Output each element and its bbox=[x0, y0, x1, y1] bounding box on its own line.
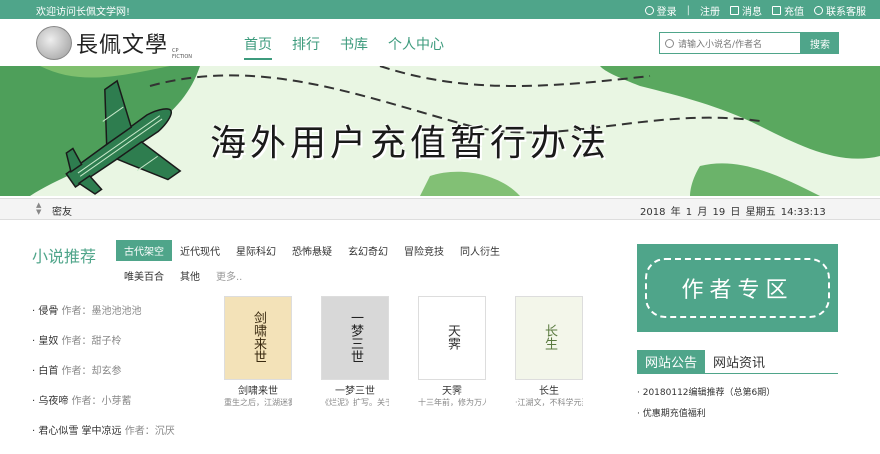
book-title[interactable]: 白首 bbox=[38, 366, 58, 377]
nav-ranking[interactable]: 排行 bbox=[292, 34, 320, 60]
tab-news[interactable]: 网站资讯 bbox=[713, 352, 765, 371]
list-item[interactable]: · 乌夜啼 作者：小芽蓄 bbox=[32, 394, 175, 410]
book-cover[interactable]: 一梦三世 bbox=[321, 296, 389, 380]
book-desc: 重生之后，江湖迷雾… bbox=[224, 398, 292, 407]
book-author: 作者：沉厌 bbox=[121, 426, 175, 437]
list-item[interactable]: · 白首 作者：却玄参 bbox=[32, 364, 175, 380]
genre-tab[interactable]: 古代架空 bbox=[116, 240, 172, 261]
genre-tab[interactable]: 恐怖悬疑 bbox=[284, 240, 340, 261]
genre-tabs-row-2: 唯美百合 其他 更多.. bbox=[116, 265, 536, 286]
logo-emblem-icon bbox=[36, 26, 72, 60]
list-item[interactable]: · 皇奴 作者：甜子柃 bbox=[32, 334, 175, 350]
book-card[interactable]: 一梦三世一梦三世《烂泥》扩写。关于… bbox=[321, 296, 389, 408]
author-zone-banner[interactable]: 作者专区 bbox=[637, 244, 838, 332]
current-datetime: 2018 年 1 月 19 日 星期五 14:33:13 bbox=[640, 207, 826, 218]
list-item[interactable]: · 侵骨 作者：墨池池池池 bbox=[32, 304, 175, 320]
genre-tab[interactable]: 近代现代 bbox=[172, 240, 228, 261]
top-bar: 欢迎访问长佩文学网! 登录 | 注册 消息 充值 联系客服 bbox=[0, 0, 880, 19]
top-links: 登录 | 注册 消息 充值 联系客服 bbox=[644, 3, 866, 18]
genre-tabs-row-1: 古代架空 近代现代 星际科幻 恐怖悬疑 玄幻奇幻 冒险竞技 同人衍生 bbox=[116, 240, 536, 261]
announcement-list: · 20180112编辑推荐（总第6期） · 优惠期充值福利 bbox=[637, 383, 775, 425]
mail-icon bbox=[730, 6, 739, 15]
search-icon bbox=[665, 38, 674, 48]
user-icon bbox=[644, 6, 654, 15]
register-link[interactable]: 注册 bbox=[700, 3, 720, 18]
book-card[interactable]: 剑啸来世剑啸来世重生之后，江湖迷雾… bbox=[224, 296, 292, 408]
book-desc: ·江湖文，不科学元素… bbox=[515, 398, 583, 407]
book-cover[interactable]: 长生 bbox=[515, 296, 583, 380]
list-item[interactable]: · 君心似雪 掌中凉远 作者：沉厌 bbox=[32, 424, 175, 440]
author-zone-label: 作者专区 bbox=[645, 258, 830, 318]
main-nav: 首页 排行 书库 个人中心 bbox=[244, 34, 444, 60]
welcome-text: 欢迎访问长佩文学网! bbox=[36, 7, 131, 18]
wallet-icon bbox=[772, 6, 781, 15]
book-name[interactable]: 天霁 bbox=[418, 382, 486, 397]
login-link[interactable]: 登录 bbox=[644, 3, 677, 18]
genre-tab[interactable]: 同人衍生 bbox=[452, 240, 508, 261]
genre-tabs: 古代架空 近代现代 星际科幻 恐怖悬疑 玄幻奇幻 冒险竞技 同人衍生 唯美百合 其他 更多.. bbox=[116, 240, 536, 290]
tab-announcements[interactable]: 网站公告 bbox=[637, 350, 706, 373]
banner-title: 海外用户充值暂行办法 bbox=[210, 123, 611, 164]
banner[interactable]: 海外用户充值暂行办法 bbox=[0, 66, 880, 196]
book-cover-title: 天霁 bbox=[445, 324, 460, 350]
book-name[interactable]: 剑啸来世 bbox=[224, 382, 292, 397]
book-cover-title: 长生 bbox=[542, 324, 557, 350]
book-list: · 侵骨 作者：墨池池池池 · 皇奴 作者：甜子柃 · 白首 作者：却玄参 · 乌夜啼… bbox=[32, 304, 175, 454]
search-bar: 请输入小说名/作者名 搜索 bbox=[659, 32, 839, 54]
book-title[interactable]: 君心似雪 掌中凉远 bbox=[38, 426, 121, 437]
book-cover[interactable]: 剑啸来世 bbox=[224, 296, 292, 380]
book-cover[interactable]: 天霁 bbox=[418, 296, 486, 380]
scroll-arrows-icon[interactable]: ▲ ▼ bbox=[36, 202, 41, 216]
gear-icon bbox=[814, 6, 823, 15]
nav-library[interactable]: 书库 bbox=[340, 34, 368, 60]
book-author: 作者：小芽蓄 bbox=[68, 396, 132, 407]
book-title[interactable]: 侵骨 bbox=[38, 306, 58, 317]
book-covers: 剑啸来世剑啸来世重生之后，江湖迷雾…一梦三世一梦三世《烂泥》扩写。关于…天霁天霁… bbox=[224, 296, 583, 408]
divider bbox=[637, 373, 838, 374]
recharge-link[interactable]: 充值 bbox=[772, 3, 804, 18]
announcement-tabs: 网站公告 网站资讯 bbox=[637, 350, 765, 373]
header: 長佩文學 CP FICTION 首页 排行 书库 个人中心 请输入小说名/作者名 … bbox=[0, 19, 880, 66]
logo-subtitle: CP FICTION bbox=[172, 48, 193, 60]
book-desc: 《烂泥》扩写。关于… bbox=[321, 398, 389, 407]
book-card[interactable]: 天霁天霁十三年前，修为万人… bbox=[418, 296, 486, 408]
book-desc: 十三年前，修为万人… bbox=[418, 398, 486, 407]
notice-text[interactable]: 密友 bbox=[52, 203, 72, 218]
book-cover-title: 一梦三世 bbox=[348, 311, 363, 363]
site-logo[interactable]: 長佩文學 CP FICTION bbox=[36, 24, 196, 62]
genre-tab[interactable]: 唯美百合 bbox=[116, 265, 172, 286]
book-name[interactable]: 长生 bbox=[515, 382, 583, 397]
nav-home[interactable]: 首页 bbox=[244, 34, 272, 60]
book-title[interactable]: 乌夜啼 bbox=[38, 396, 68, 407]
logo-name: 長佩文學 bbox=[76, 33, 169, 58]
book-author: 作者：却玄参 bbox=[58, 366, 122, 377]
announcement-item[interactable]: · 优惠期充值福利 bbox=[637, 404, 775, 425]
genre-tab[interactable]: 其他 bbox=[172, 265, 208, 286]
genre-tab[interactable]: 玄幻奇幻 bbox=[340, 240, 396, 261]
book-card[interactable]: 长生长生·江湖文，不科学元素… bbox=[515, 296, 583, 408]
genre-tab[interactable]: 更多.. bbox=[208, 265, 250, 286]
notice-bar: ▲ ▼ 密友 2018 年 1 月 19 日 星期五 14:33:13 bbox=[0, 198, 880, 220]
messages-link[interactable]: 消息 bbox=[730, 3, 762, 18]
book-author: 作者：甜子柃 bbox=[58, 336, 122, 347]
genre-tab[interactable]: 星际科幻 bbox=[228, 240, 284, 261]
search-input[interactable]: 请输入小说名/作者名 bbox=[659, 32, 801, 54]
search-button[interactable]: 搜索 bbox=[801, 32, 839, 54]
recommend-title: 小说推荐 bbox=[32, 247, 97, 266]
book-name[interactable]: 一梦三世 bbox=[321, 382, 389, 397]
nav-personal[interactable]: 个人中心 bbox=[388, 34, 444, 60]
book-author: 作者：墨池池池池 bbox=[58, 306, 142, 317]
support-link[interactable]: 联系客服 bbox=[814, 3, 866, 18]
separator: | bbox=[686, 5, 690, 16]
book-title[interactable]: 皇奴 bbox=[38, 336, 58, 347]
book-cover-title: 剑啸来世 bbox=[251, 311, 266, 363]
announcement-item[interactable]: · 20180112编辑推荐（总第6期） bbox=[637, 383, 775, 404]
genre-tab[interactable]: 冒险竞技 bbox=[396, 240, 452, 261]
